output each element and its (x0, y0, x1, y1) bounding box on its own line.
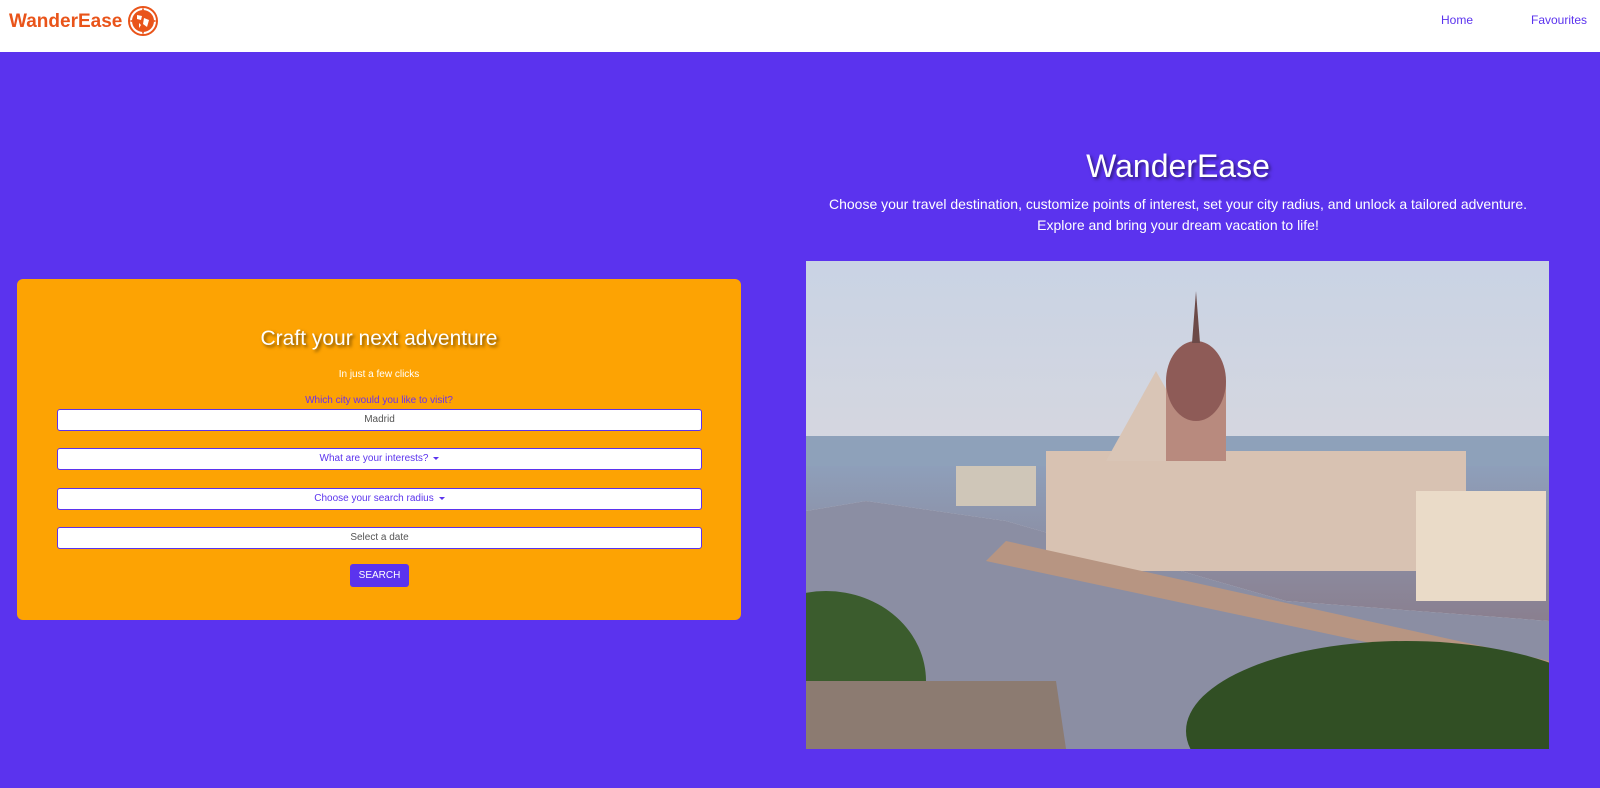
globe-logo-icon[interactable] (127, 5, 159, 37)
radius-dropdown-label: Choose your search radius (314, 493, 434, 504)
city-question-label: Which city would you like to visit? (305, 395, 453, 406)
hero-description-line2: Explore and bring your dream vacation to… (1037, 217, 1319, 233)
hero-title: WanderEase (1086, 148, 1270, 184)
interests-dropdown-label: What are your interests? (319, 453, 429, 464)
date-input[interactable]: Select a date (57, 527, 702, 549)
radius-dropdown[interactable]: Choose your search radius (57, 488, 702, 510)
search-card: Craft your next adventure In just a few … (17, 279, 741, 620)
chevron-down-icon (438, 496, 445, 500)
search-button[interactable]: SEARCH (350, 564, 409, 587)
hero-description-line1: Choose your travel destination, customiz… (828, 196, 1528, 212)
city-input[interactable]: Madrid (57, 409, 702, 431)
card-title: Craft your next adventure (260, 327, 498, 350)
chevron-down-icon (433, 456, 440, 460)
card-subtitle: In just a few clicks (338, 369, 420, 380)
navbar: WanderEase Home Favourites (0, 0, 1600, 52)
hero-city-image (806, 261, 1549, 749)
interests-dropdown[interactable]: What are your interests? (57, 448, 702, 470)
hero-description: Choose your travel destination, customiz… (788, 194, 1568, 236)
budapest-parliament-illustration (806, 261, 1549, 749)
brand-name[interactable]: WanderEase (9, 11, 122, 33)
nav-home-link[interactable]: Home (1441, 13, 1473, 27)
nav-favourites-link[interactable]: Favourites (1531, 13, 1587, 27)
